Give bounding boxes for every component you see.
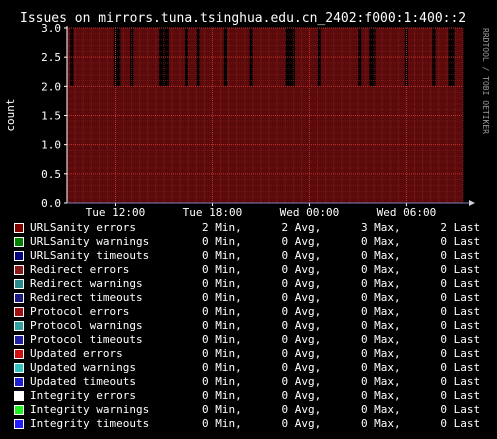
legend-row: Integrity errors 0 Min, 0 Avg, 0 Max, 0 L… bbox=[14, 389, 497, 403]
x-tick-label: Tue 12:00 bbox=[86, 206, 146, 219]
legend-stats: 0 Min, 0 Avg, 0 Max, 0 Last bbox=[202, 417, 481, 430]
legend-stats: 0 Min, 0 Avg, 0 Max, 0 Last bbox=[202, 361, 481, 374]
rrd-graph: Issues on mirrors.tuna.tsinghua.edu.cn_2… bbox=[0, 0, 497, 439]
legend-row: Updated warnings 0 Min, 0 Avg, 0 Max, 0 L… bbox=[14, 361, 497, 375]
legend-stats: 2 Min, 2 Avg, 3 Max, 2 Last bbox=[202, 221, 481, 234]
legend-swatch bbox=[14, 293, 24, 303]
y-tick-label: 1.5 bbox=[41, 110, 61, 123]
legend-row: Protocol errors 0 Min, 0 Avg, 0 Max, 0 La… bbox=[14, 305, 497, 319]
x-tick-label: Tue 18:00 bbox=[183, 206, 243, 219]
legend-label: Protocol timeouts bbox=[30, 333, 143, 346]
legend-row: Integrity timeouts 0 Min, 0 Avg, 0 Max, 0… bbox=[14, 417, 497, 431]
legend-swatch bbox=[14, 307, 24, 317]
x-tick-label: Wed 00:00 bbox=[280, 206, 340, 219]
y-tick-label: 0.5 bbox=[41, 168, 61, 181]
legend-label: Updated warnings bbox=[30, 361, 136, 374]
legend-swatch bbox=[14, 363, 24, 373]
legend-swatch bbox=[14, 321, 24, 331]
legend-label: Updated timeouts bbox=[30, 375, 136, 388]
legend-swatch bbox=[14, 237, 24, 247]
legend-row: URLSanity warnings 0 Min, 0 Avg, 0 Max, 0… bbox=[14, 235, 497, 249]
legend-stats: 0 Min, 0 Avg, 0 Max, 0 Last bbox=[202, 291, 481, 304]
legend-stats: 0 Min, 0 Avg, 0 Max, 0 Last bbox=[202, 249, 481, 262]
legend-swatch bbox=[14, 391, 24, 401]
y-tick-label: 1.0 bbox=[41, 139, 61, 152]
y-tick-label: 2.0 bbox=[41, 80, 61, 93]
legend-row: URLSanity timeouts 0 Min, 0 Avg, 0 Max, 0… bbox=[14, 249, 497, 263]
legend-label: Integrity timeouts bbox=[30, 417, 150, 430]
legend-stats: 0 Min, 0 Avg, 0 Max, 0 Last bbox=[202, 347, 481, 360]
legend-swatch bbox=[14, 405, 24, 415]
legend-row: Redirect errors 0 Min, 0 Avg, 0 Max, 0 La… bbox=[14, 263, 497, 277]
legend-row: URLSanity errors 2 Min, 2 Avg, 3 Max, 2 L… bbox=[14, 221, 497, 235]
y-tick-label: 0.0 bbox=[41, 197, 61, 210]
legend: URLSanity errors 2 Min, 2 Avg, 3 Max, 2 L… bbox=[14, 221, 497, 431]
legend-label: Protocol errors bbox=[30, 305, 130, 318]
legend-row: Protocol timeouts 0 Min, 0 Avg, 0 Max, 0 … bbox=[14, 333, 497, 347]
watermark: RRDTOOL / TOBI OETIKER bbox=[481, 28, 490, 134]
x-axis-arrow bbox=[469, 200, 475, 206]
y-tick-label: 2.5 bbox=[41, 51, 61, 64]
legend-swatch bbox=[14, 251, 24, 261]
legend-label: Redirect errors bbox=[30, 263, 130, 276]
legend-stats: 0 Min, 0 Avg, 0 Max, 0 Last bbox=[202, 319, 481, 332]
x-tick-label: Wed 06:00 bbox=[377, 206, 437, 219]
legend-stats: 0 Min, 0 Avg, 0 Max, 0 Last bbox=[202, 235, 481, 248]
legend-stats: 0 Min, 0 Avg, 0 Max, 0 Last bbox=[202, 389, 481, 402]
legend-row: Integrity warnings 0 Min, 0 Avg, 0 Max, 0… bbox=[14, 403, 497, 417]
legend-label: URLSanity timeouts bbox=[30, 249, 150, 262]
legend-label: Redirect timeouts bbox=[30, 291, 143, 304]
legend-row: Redirect timeouts 0 Min, 0 Avg, 0 Max, 0 … bbox=[14, 291, 497, 305]
chart-title: Issues on mirrors.tuna.tsinghua.edu.cn_2… bbox=[20, 11, 466, 26]
legend-swatch bbox=[14, 377, 24, 387]
legend-stats: 0 Min, 0 Avg, 0 Max, 0 Last bbox=[202, 375, 481, 388]
y-axis-label: count bbox=[4, 98, 17, 131]
legend-swatch bbox=[14, 349, 24, 359]
legend-label: Redirect warnings bbox=[30, 277, 143, 290]
legend-stats: 0 Min, 0 Avg, 0 Max, 0 Last bbox=[202, 277, 481, 290]
legend-label: Protocol warnings bbox=[30, 319, 143, 332]
legend-swatch bbox=[14, 279, 24, 289]
legend-swatch bbox=[14, 335, 24, 345]
y-tick-label: 3.0 bbox=[41, 22, 61, 35]
legend-stats: 0 Min, 0 Avg, 0 Max, 0 Last bbox=[202, 333, 481, 346]
legend-row: Redirect warnings 0 Min, 0 Avg, 0 Max, 0 … bbox=[14, 277, 497, 291]
legend-row: Protocol warnings 0 Min, 0 Avg, 0 Max, 0 … bbox=[14, 319, 497, 333]
legend-label: URLSanity errors bbox=[30, 221, 136, 234]
legend-row: Updated errors 0 Min, 0 Avg, 0 Max, 0 Las… bbox=[14, 347, 497, 361]
legend-swatch bbox=[14, 265, 24, 275]
legend-stats: 0 Min, 0 Avg, 0 Max, 0 Last bbox=[202, 263, 481, 276]
legend-label: URLSanity warnings bbox=[30, 235, 150, 248]
legend-swatch bbox=[14, 223, 24, 233]
legend-swatch bbox=[14, 419, 24, 429]
legend-label: Integrity errors bbox=[30, 389, 136, 402]
legend-row: Updated timeouts 0 Min, 0 Avg, 0 Max, 0 L… bbox=[14, 375, 497, 389]
legend-label: Integrity warnings bbox=[30, 403, 150, 416]
legend-label: Updated errors bbox=[30, 347, 123, 360]
legend-stats: 0 Min, 0 Avg, 0 Max, 0 Last bbox=[202, 305, 481, 318]
legend-stats: 0 Min, 0 Avg, 0 Max, 0 Last bbox=[202, 403, 481, 416]
